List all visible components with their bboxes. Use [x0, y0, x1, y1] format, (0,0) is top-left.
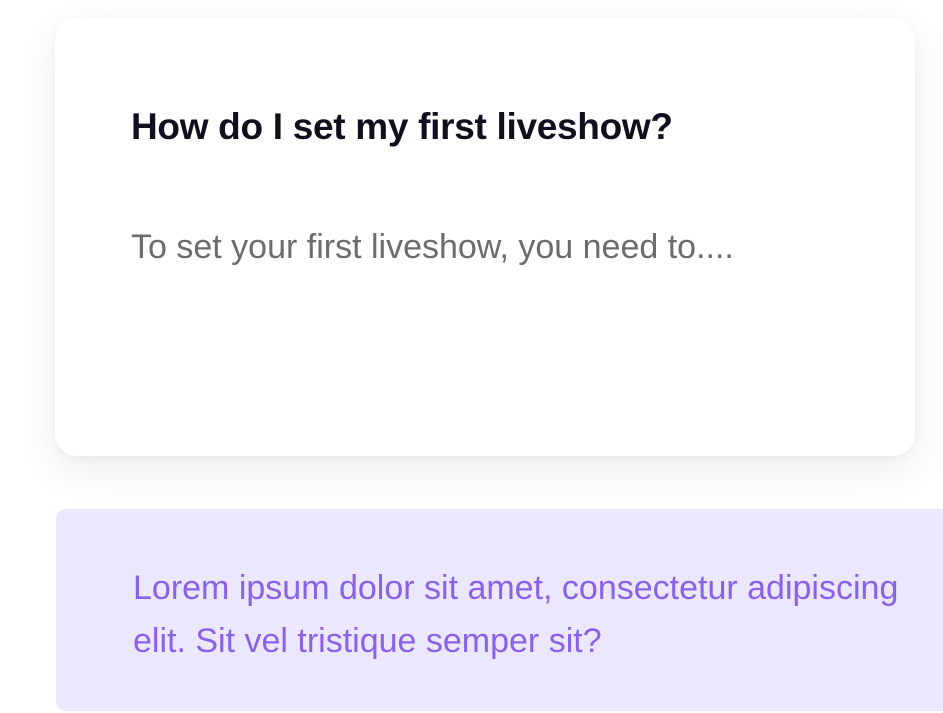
faq-item-collapsed[interactable]: Lorem ipsum dolor sit amet, consectetur …: [56, 509, 943, 711]
faq-page: How do I set my first liveshow? To set y…: [0, 0, 943, 713]
faq-item-expanded[interactable]: How do I set my first liveshow? To set y…: [55, 18, 915, 456]
faq-question[interactable]: How do I set my first liveshow?: [131, 106, 673, 148]
faq-collapsed-question[interactable]: Lorem ipsum dolor sit amet, consectetur …: [133, 562, 913, 668]
faq-answer: To set your first liveshow, you need to.…: [131, 228, 734, 266]
